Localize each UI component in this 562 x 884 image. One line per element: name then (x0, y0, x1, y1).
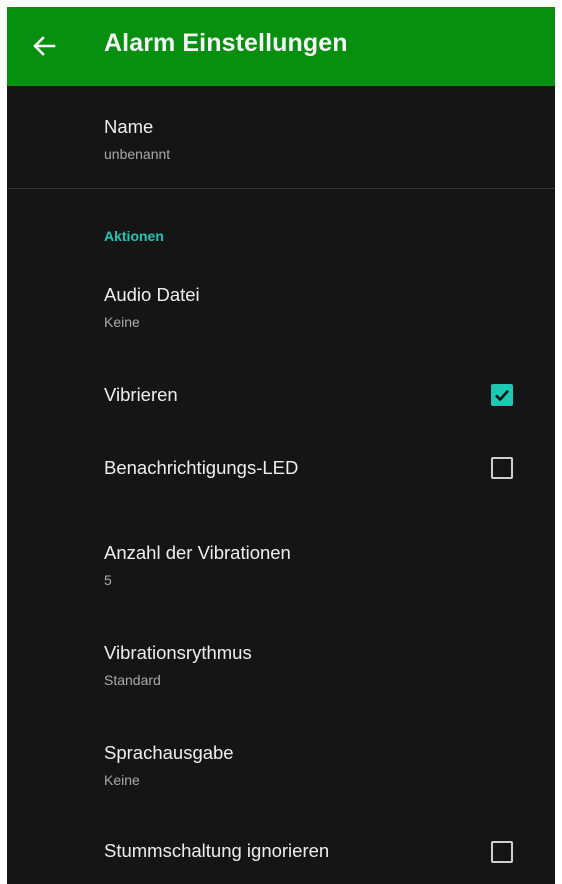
pref-vibration-count[interactable]: Anzahl der Vibrationen 5 (7, 512, 555, 612)
pref-notification-led[interactable]: Benachrichtigungs-LED (7, 422, 555, 512)
check-icon (495, 389, 509, 402)
pref-ignore-mute-title: Stummschaltung ignorieren (104, 840, 330, 861)
led-checkbox[interactable] (491, 457, 513, 479)
pref-vibration-pattern[interactable]: Vibrationsrythmus Standard (7, 612, 555, 712)
pref-speech-output-summary: Keine (104, 772, 140, 788)
app-bar: Alarm Einstellungen (7, 7, 555, 86)
pref-speech-output-title: Sprachausgabe (104, 742, 234, 763)
pref-vibration-pattern-summary: Standard (104, 672, 161, 688)
settings-screen: Alarm Einstellungen Name unbenannt Aktio… (7, 7, 555, 884)
pref-notification-led-title: Benachrichtigungs-LED (104, 457, 299, 478)
pref-audio-file-title: Audio Datei (104, 284, 200, 305)
pref-vibration-count-summary: 5 (104, 572, 112, 588)
pref-audio-file-summary: Keine (104, 314, 140, 330)
ignore-mute-checkbox[interactable] (491, 841, 513, 863)
pref-audio-file[interactable]: Audio Datei Keine (7, 264, 555, 354)
vibrate-checkbox[interactable] (491, 384, 513, 406)
pref-name-title: Name (104, 116, 154, 137)
divider (7, 188, 555, 189)
arrow-left-icon[interactable] (29, 31, 59, 61)
pref-name[interactable]: Name unbenannt (7, 86, 555, 188)
pref-vibration-count-title: Anzahl der Vibrationen (104, 542, 291, 563)
pref-name-summary: unbenannt (104, 146, 171, 162)
pref-vibrate-title: Vibrieren (104, 384, 178, 405)
pref-speech-output[interactable]: Sprachausgabe Keine (7, 712, 555, 812)
section-header-aktionen: Aktionen (104, 228, 164, 244)
page-title: Alarm Einstellungen (104, 29, 348, 57)
pref-ignore-mute[interactable]: Stummschaltung ignorieren (7, 812, 555, 884)
pref-vibrate[interactable]: Vibrieren (7, 354, 555, 422)
preferences-list: Name unbenannt Aktionen Audio Datei Kein… (7, 86, 555, 884)
pref-vibration-pattern-title: Vibrationsrythmus (104, 642, 252, 663)
